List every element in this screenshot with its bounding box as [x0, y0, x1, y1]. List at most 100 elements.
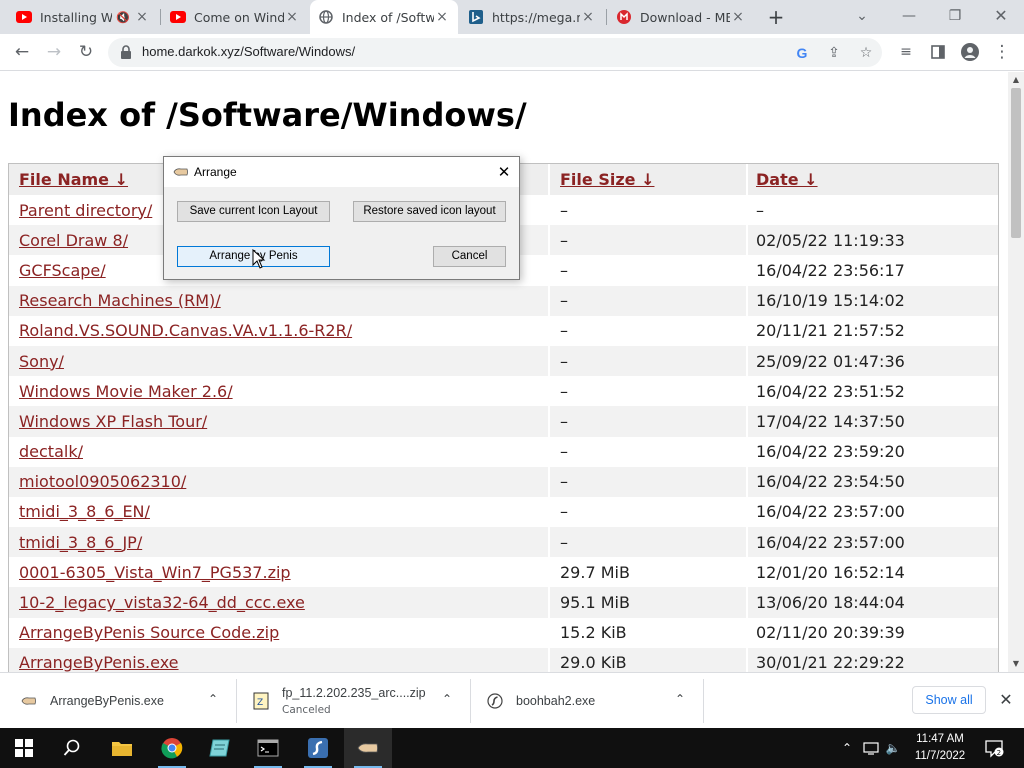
- forward-button[interactable]: →: [42, 40, 66, 64]
- close-icon[interactable]: ×: [134, 9, 150, 25]
- reload-button[interactable]: ↻: [74, 40, 98, 64]
- tab-search-chevron-icon[interactable]: ⌄: [850, 4, 874, 28]
- taskbar-clock[interactable]: 11:47 AM 11/7/2022: [908, 731, 972, 765]
- windows-logo-icon: [15, 739, 33, 757]
- scroll-down-arrow-icon[interactable]: ▼: [1008, 656, 1024, 672]
- scroll-up-arrow-icon[interactable]: ▲: [1008, 72, 1024, 88]
- share-icon[interactable]: ⇪: [823, 42, 845, 64]
- minimize-button[interactable]: —: [897, 4, 921, 28]
- file-link[interactable]: Windows Movie Maker 2.6/: [19, 382, 233, 401]
- new-tab-button[interactable]: +: [764, 5, 788, 29]
- google-lens-icon[interactable]: G: [791, 42, 813, 64]
- folder-icon: [112, 742, 132, 756]
- table-row: miotool0905062310/ –16/04/22 23:54:50: [9, 466, 998, 497]
- close-icon[interactable]: ×: [580, 9, 596, 25]
- show-all-button[interactable]: Show all: [912, 686, 986, 714]
- file-link[interactable]: Corel Draw 8/: [19, 231, 128, 250]
- back-button[interactable]: ←: [10, 40, 34, 64]
- window-close-button[interactable]: ✕: [989, 4, 1013, 28]
- file-date: 16/04/22 23:54:50: [756, 472, 905, 492]
- file-link[interactable]: Research Machines (RM)/: [19, 291, 221, 310]
- file-link[interactable]: 10-2_legacy_vista32-64_dd_ccc.exe: [19, 593, 305, 612]
- arrange-dialog: Arrange ✕ Save current Icon Layout Resto…: [163, 156, 520, 280]
- scrollbar-thumb[interactable]: [1011, 88, 1021, 238]
- notification-center-icon[interactable]: 2: [984, 738, 1004, 758]
- file-explorer-button[interactable]: [98, 728, 146, 768]
- profile-avatar-icon[interactable]: [958, 40, 982, 64]
- file-link[interactable]: Sony/: [19, 352, 64, 371]
- shockwave-icon: [486, 692, 504, 710]
- close-icon[interactable]: ✕: [996, 690, 1016, 710]
- file-size: –: [550, 527, 748, 558]
- tab-download-mega[interactable]: Download - ME ×: [608, 0, 754, 34]
- chrome-taskbar-button[interactable]: [148, 728, 196, 768]
- close-icon[interactable]: ×: [284, 9, 300, 25]
- file-link[interactable]: ArrangeByPenis Source Code.zip: [19, 623, 279, 642]
- sort-by-name-link[interactable]: File Name ↓: [19, 170, 128, 189]
- side-panel-icon[interactable]: [926, 40, 950, 64]
- search-icon: [63, 739, 80, 756]
- address-bar[interactable]: home.darkok.xyz/Software/Windows/ G ⇪ ☆: [108, 38, 882, 67]
- lock-icon[interactable]: [120, 45, 132, 59]
- download-item[interactable]: Z fp_11.2.202.235_arc....zip Canceled: [252, 673, 452, 728]
- close-icon[interactable]: ×: [434, 9, 450, 25]
- sort-by-date-link[interactable]: Date ↓: [756, 170, 818, 189]
- file-date: 16/10/19 15:14:02: [756, 291, 905, 311]
- file-link[interactable]: GCFScape/: [19, 261, 106, 280]
- arrange-taskbar-button[interactable]: [344, 728, 392, 768]
- chevron-up-icon[interactable]: ⌃: [672, 691, 688, 707]
- save-layout-button[interactable]: Save current Icon Layout: [177, 201, 330, 222]
- media-queue-icon[interactable]: ≡: [894, 40, 918, 64]
- bookmark-star-icon[interactable]: ☆: [855, 42, 877, 64]
- app-taskbar-button[interactable]: [196, 728, 244, 768]
- mouse-cursor-icon: [252, 249, 266, 269]
- url-text[interactable]: home.darkok.xyz/Software/Windows/: [142, 44, 355, 59]
- tab-mega[interactable]: https://mega.n ×: [460, 0, 604, 34]
- page-scrollbar[interactable]: ▲ ▼: [1008, 72, 1024, 672]
- terminal-icon: [257, 739, 279, 757]
- network-icon[interactable]: [862, 738, 880, 758]
- start-button[interactable]: [0, 728, 48, 768]
- file-link[interactable]: tmidi_3_8_6_EN/: [19, 502, 150, 521]
- file-date: 02/05/22 11:19:33: [756, 230, 905, 250]
- file-link[interactable]: 0001-6305_Vista_Win7_PG537.zip: [19, 563, 291, 582]
- volume-icon[interactable]: 🔈: [884, 738, 902, 758]
- page-title: Index of /Software/Windows/: [8, 96, 527, 134]
- file-date: 16/04/22 23:56:17: [756, 260, 905, 280]
- restore-button[interactable]: ❐: [943, 4, 967, 28]
- tab-separator: [606, 9, 607, 25]
- download-bar: ArrangeByPenis.exe ⌃ Z fp_11.2.202.235_a…: [0, 672, 1024, 728]
- chevron-up-icon[interactable]: ⌃: [205, 691, 221, 707]
- close-icon[interactable]: ×: [730, 9, 746, 25]
- file-link[interactable]: ArrangeByPenis.exe: [19, 653, 179, 672]
- file-link[interactable]: miotool0905062310/: [19, 472, 186, 491]
- restore-layout-button[interactable]: Restore saved icon layout: [353, 201, 506, 222]
- dialog-close-button[interactable]: ✕: [494, 162, 514, 182]
- download-item[interactable]: boohbah2.exe: [486, 673, 686, 728]
- shockwave-icon: [308, 738, 328, 758]
- search-button[interactable]: [48, 728, 96, 768]
- file-link[interactable]: dectalk/: [19, 442, 83, 461]
- cancel-button[interactable]: Cancel: [433, 246, 506, 267]
- tab-installing[interactable]: Installing W 🔇 ×: [8, 0, 158, 34]
- tab-strip: Installing W 🔇 × Come on Wind × Index of…: [0, 0, 1024, 34]
- file-link[interactable]: Windows XP Flash Tour/: [19, 412, 207, 431]
- tray-overflow-chevron-icon[interactable]: ⌃: [838, 738, 856, 758]
- shockwave-taskbar-button[interactable]: [294, 728, 342, 768]
- dialog-titlebar[interactable]: Arrange ✕: [164, 157, 519, 187]
- sort-by-size-link[interactable]: File Size ↓: [560, 170, 654, 189]
- menu-kebab-icon[interactable]: ⋮: [990, 40, 1014, 64]
- file-link[interactable]: Roland.VS.SOUND.Canvas.VA.v1.1.6-R2R/: [19, 321, 352, 340]
- file-date: 02/11/20 20:39:39: [756, 623, 905, 643]
- tab-index-of-software[interactable]: Index of /Softw ×: [310, 0, 458, 34]
- mute-icon[interactable]: 🔇: [116, 11, 130, 24]
- tab-come-on-windows[interactable]: Come on Wind ×: [162, 0, 308, 34]
- file-size: –: [550, 225, 748, 256]
- terminal-taskbar-button[interactable]: [244, 728, 292, 768]
- download-item[interactable]: ArrangeByPenis.exe: [20, 673, 230, 728]
- file-link[interactable]: Parent directory/: [19, 201, 152, 220]
- chevron-up-icon[interactable]: ⌃: [439, 691, 455, 707]
- file-size: –: [550, 406, 748, 437]
- file-link[interactable]: tmidi_3_8_6_JP/: [19, 533, 142, 552]
- file-date: 16/04/22 23:51:52: [756, 381, 905, 401]
